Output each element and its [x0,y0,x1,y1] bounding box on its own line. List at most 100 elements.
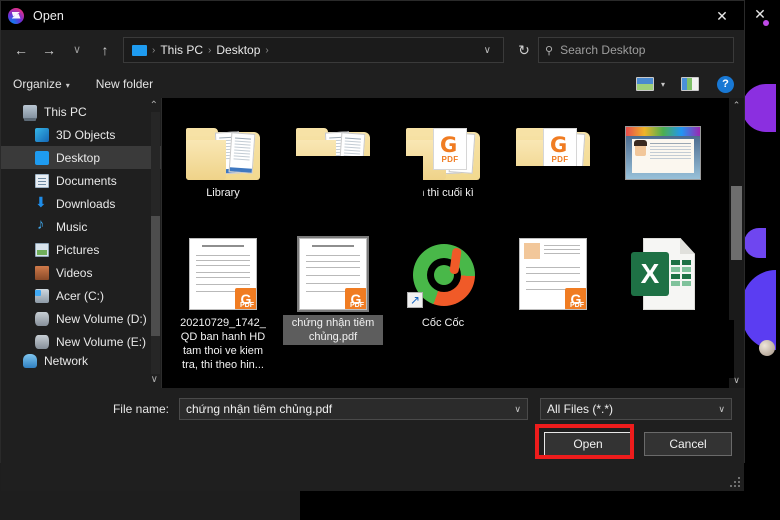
sidebar-item-documents[interactable]: Documents [1,169,161,192]
dialog-title-bar: Open ✕ [1,1,744,30]
resize-grip[interactable] [729,477,741,489]
sidebar-item-videos[interactable]: Videos [1,261,161,284]
search-icon: ⚲ [545,44,553,57]
excel-icon: X [624,238,702,310]
refresh-icon[interactable]: ↻ [510,36,538,64]
scrollbar-thumb[interactable] [731,186,742,260]
breadcrumb-separator: › [206,45,213,56]
address-bar[interactable]: › This PC › Desktop › ∨ [123,37,504,63]
sidebar-item-label: Music [56,220,87,234]
search-placeholder: Search Desktop [560,43,645,57]
close-icon[interactable]: ✕ [700,1,744,30]
cancel-button[interactable]: Cancel [644,432,732,456]
search-input[interactable]: ⚲ Search Desktop [538,37,734,63]
screen: ✕ Open ✕ ← → ∨ ↑ › This PC › Desktop › ∨ [0,0,780,520]
back-button[interactable]: ← [7,36,35,64]
dialog-footer: File name: chứng nhận tiêm chủng.pdf ∨ A… [1,388,744,491]
new-folder-button[interactable]: New folder [96,77,153,91]
background-shape [759,340,775,356]
sidebar-item-label: Network [44,354,88,368]
command-toolbar: Organize ▾ New folder ▾ ? [1,70,744,98]
file-item-library[interactable]: Library [168,104,278,234]
file-name-row: File name: chứng nhận tiêm chủng.pdf ∨ A… [1,388,744,420]
file-name-value: chứng nhận tiêm chủng.pdf [186,402,332,416]
sidebar-item-pictures[interactable]: Pictures [1,238,161,261]
coccoc-icon: ↗ [404,238,482,310]
help-button[interactable]: ? [717,76,734,93]
sidebar-item-this-pc[interactable]: This PC [1,100,161,123]
scroll-up-icon[interactable]: ⌃ [729,98,744,113]
file-item-redacted-image[interactable] [608,104,718,234]
sidebar-item-label: Downloads [56,197,115,211]
recent-locations-button[interactable]: ∨ [63,36,91,64]
chevron-down-icon[interactable]: ∨ [508,404,521,415]
sidebar-item-label: Documents [56,174,117,188]
background-shape [744,228,766,258]
file-item-label [549,315,557,317]
chevron-down-icon: ▾ [66,81,70,90]
sidebar-item-network[interactable]: Network [1,353,161,369]
sidebar-item-label: Videos [56,266,92,280]
videos-icon [35,266,49,280]
desktop-icon [35,151,49,165]
chevron-down-icon[interactable]: ▾ [661,80,665,89]
sidebar-item-new-volume-d[interactable]: New Volume (D:) [1,307,161,330]
breadcrumb-separator: › [150,45,157,56]
sidebar-item-new-volume-e[interactable]: New Volume (E:) [1,330,161,353]
file-item-label [659,185,667,187]
redaction-box [292,156,423,228]
drive-c-icon [35,289,49,303]
sidebar-item-label: Pictures [56,243,99,257]
sidebar-scroll-down-icon[interactable]: ∨ [151,374,158,385]
sidebar-item-label: This PC [44,105,87,119]
sidebar-item-desktop[interactable]: Desktop [1,146,161,169]
3d-objects-icon [35,128,49,142]
file-type-select[interactable]: All Files (*.*) ∨ [540,398,732,420]
messenger-icon [8,8,24,24]
organize-label: Organize [13,77,62,91]
background-shape [742,84,776,132]
sidebar-scrollbar-thumb[interactable] [151,216,160,336]
up-button[interactable]: ↑ [91,36,119,64]
pdf-document-thumbnail: GPDF [514,238,592,310]
dialog-title: Open [33,9,64,23]
breadcrumb-this-pc[interactable]: This PC [157,43,206,57]
open-file-dialog: Open ✕ ← → ∨ ↑ › This PC › Desktop › ∨ ↻… [0,0,745,463]
file-name-input[interactable]: chứng nhận tiêm chủng.pdf ∨ [179,398,528,420]
file-list-view[interactable]: Library [162,98,744,388]
redaction-box [505,320,734,378]
file-item-chung-nhan-tiem-chung[interactable]: GPDF chứng nhận tiêm chủng.pdf [278,234,388,364]
breadcrumb-desktop[interactable]: Desktop [213,43,263,57]
file-item-label [659,315,667,317]
organize-button[interactable]: Organize ▾ [13,77,70,91]
sidebar-item-downloads[interactable]: Downloads [1,192,161,215]
file-item-coc-coc[interactable]: ↗ Cốc Cốc [388,234,498,364]
downloads-icon [35,197,49,211]
chevron-down-icon[interactable]: ∨ [712,404,725,415]
sidebar-scroll-up-icon[interactable]: ⌃ [150,100,158,111]
open-button[interactable]: Open [544,432,632,456]
file-item-20210729-qd[interactable]: GPDF 20210729_1742_QD ban hanh HD tam th… [168,234,278,364]
dialog-buttons: Open Cancel [1,420,744,456]
chevron-down-icon[interactable]: ∨ [476,45,499,56]
pictures-icon [35,243,49,257]
pdf-document-thumbnail: GPDF [184,238,262,310]
sidebar-item-label: New Volume (E:) [56,335,146,349]
preview-pane-icon[interactable] [681,77,699,91]
forward-button[interactable]: → [35,36,63,64]
sidebar-item-label: Acer (C:) [56,289,104,303]
sidebar-item-label: Desktop [56,151,100,165]
image-thumbnail [624,108,702,180]
sidebar-item-acer-c[interactable]: Acer (C:) [1,284,161,307]
file-type-value: All Files (*.*) [547,402,613,416]
redaction-box [505,166,617,210]
this-pc-icon [132,45,147,56]
dialog-body: ⌃ This PC 3D Objects Desktop Docum [1,98,744,388]
shortcut-arrow-icon: ↗ [407,292,423,308]
change-view-icon[interactable] [636,77,654,91]
outer-window-close-icon[interactable]: ✕ [740,0,780,28]
network-icon [23,354,37,368]
sidebar-item-music[interactable]: Music [1,215,161,238]
drive-icon [35,312,49,326]
sidebar-item-3d-objects[interactable]: 3D Objects [1,123,161,146]
